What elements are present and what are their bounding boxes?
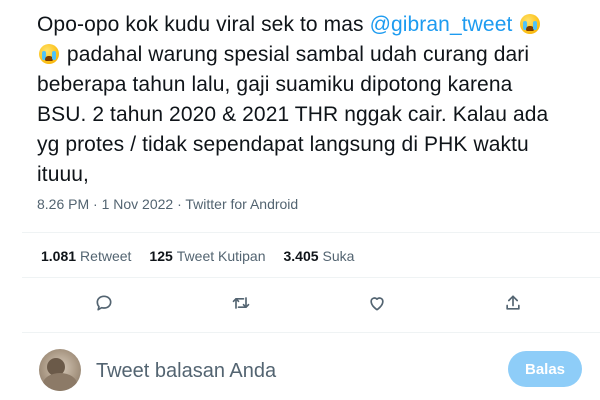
reply-button[interactable] (92, 291, 116, 315)
tweet-actions (0, 291, 600, 317)
reply-input[interactable]: Tweet balasan Anda (96, 360, 276, 383)
tweet-line-3: beberapa tahun lalu, gaji suamiku dipoto… (37, 73, 513, 96)
loudly-crying-face-icon (39, 44, 59, 64)
like-count: 3.405 (283, 248, 319, 264)
share-icon (506, 295, 520, 310)
tweet-line-4: BSU. 2 tahun 2020 & 2021 THR nggak cair.… (37, 103, 549, 126)
reply-submit-button[interactable]: Balas (508, 351, 582, 387)
like-icon (370, 297, 384, 311)
like-button[interactable] (365, 291, 389, 315)
divider (22, 332, 600, 333)
tweet-line-2: padahal warung spesial sambal udah curan… (37, 40, 585, 70)
share-button[interactable] (501, 291, 525, 315)
retweet-label: Retweet (80, 248, 132, 264)
reply-composer: Tweet balasan Anda Balas (0, 346, 600, 396)
divider (22, 277, 600, 278)
tweet-line-5: yg protes / tidak sependapat langsung di… (37, 133, 529, 156)
retweet-stat[interactable]: 1.081 Retweet (41, 248, 131, 264)
retweet-button[interactable] (229, 291, 253, 315)
retweet-count: 1.081 (41, 248, 77, 264)
retweet-icon (232, 297, 250, 309)
avatar[interactable] (39, 349, 81, 391)
tweet-text: Opo-opo kok kudu viral sek to mas @gibra… (37, 10, 585, 190)
quote-stat[interactable]: 125 Tweet Kutipan (149, 248, 265, 264)
loudly-crying-face-icon (520, 14, 541, 34)
divider (22, 232, 600, 233)
reply-icon (96, 295, 112, 311)
quote-count: 125 (149, 248, 173, 264)
tweet-line-1: Opo-opo kok kudu viral sek to mas @gibra… (37, 10, 585, 40)
like-stat[interactable]: 3.405 Suka (284, 248, 355, 264)
tweet-detail-page: Opo-opo kok kudu viral sek to mas @gibra… (0, 0, 600, 400)
tweet-line-2-text: padahal warung spesial sambal udah curan… (61, 43, 530, 66)
quote-label: Tweet Kutipan (176, 248, 266, 264)
like-label: Suka (322, 248, 355, 264)
mention-link[interactable]: @gibran_tweet (370, 13, 513, 36)
tweet-line-6: ituuu, (37, 163, 89, 186)
tweet-timestamp[interactable]: 8.26 PM · 1 Nov 2022 · Twitter for Andro… (37, 196, 298, 212)
tweet-stats: 1.081 Retweet 125 Tweet Kutipan 3.405 Suka (41, 248, 354, 264)
tweet-line-1-text: Opo-opo kok kudu viral sek to mas (37, 13, 370, 36)
